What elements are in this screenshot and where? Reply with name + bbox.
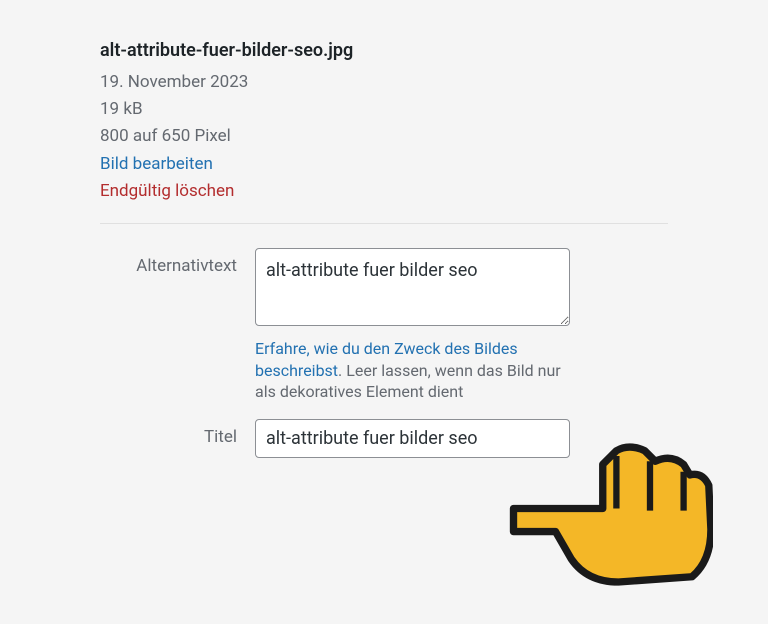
divider bbox=[100, 223, 668, 224]
title-input[interactable] bbox=[255, 419, 570, 458]
alt-text-input[interactable] bbox=[255, 248, 570, 326]
pointing-hand-icon bbox=[503, 435, 713, 593]
delete-permanently-link[interactable]: Endgültig löschen bbox=[100, 178, 668, 205]
alt-text-row: Alternativtext Erfahre, wie du den Zweck… bbox=[100, 248, 668, 403]
filename: alt-attribute-fuer-bilder-seo.jpg bbox=[100, 40, 668, 61]
title-label: Titel bbox=[100, 419, 255, 447]
upload-date: 19. November 2023 bbox=[100, 69, 668, 96]
image-dimensions: 800 auf 650 Pixel bbox=[100, 123, 668, 150]
title-row: Titel bbox=[100, 419, 668, 458]
edit-image-link[interactable]: Bild bearbeiten bbox=[100, 151, 668, 178]
alt-text-help: Erfahre, wie du den Zweck des Bildes bes… bbox=[255, 338, 570, 403]
alt-text-label: Alternativtext bbox=[100, 248, 255, 276]
attachment-details: alt-attribute-fuer-bilder-seo.jpg 19. No… bbox=[100, 40, 668, 205]
file-size: 19 kB bbox=[100, 96, 668, 123]
